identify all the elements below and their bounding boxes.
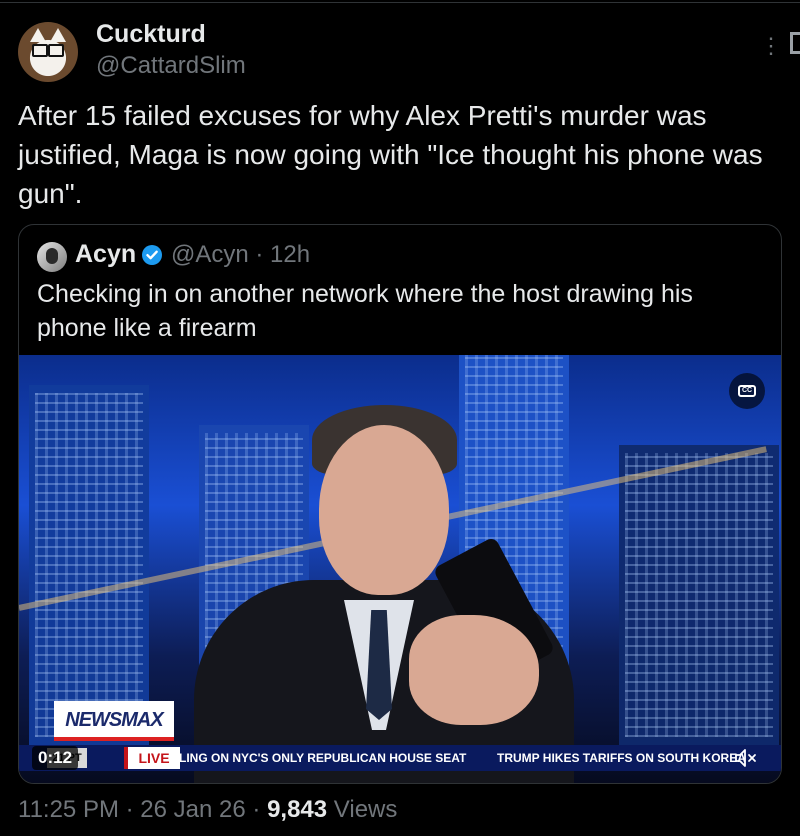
top-divider <box>0 2 800 3</box>
author-avatar[interactable] <box>18 22 78 82</box>
ticker-headline: LING ON NYC'S ONLY REPUBLICAN HOUSE SEAT <box>179 751 467 765</box>
verified-badge-icon <box>142 245 162 265</box>
scrollbar-edge <box>790 32 800 54</box>
host-head <box>319 425 449 595</box>
closed-captions-button[interactable]: CC <box>729 373 765 409</box>
live-badge: LIVE <box>124 747 180 769</box>
muted-speaker-icon[interactable] <box>733 745 759 771</box>
views-label: Views <box>333 796 398 823</box>
glasses-icon <box>32 44 64 57</box>
quoted-author-name[interactable]: Acyn <box>75 240 136 269</box>
skyline-building <box>29 385 149 745</box>
cat-ear-right <box>50 28 66 42</box>
author-handle[interactable]: @CattardSlim <box>96 52 246 80</box>
tweet-date[interactable]: 26 Jan 26 <box>140 796 245 823</box>
meta-separator: · <box>252 796 268 823</box>
news-host-figure <box>194 395 574 783</box>
skyline-building <box>619 445 779 745</box>
host-hands <box>409 615 539 725</box>
video-elapsed-time: 0:12 <box>32 746 79 770</box>
cc-icon: CC <box>738 385 756 397</box>
cat-ear-left <box>30 28 46 42</box>
more-options-icon[interactable]: ⋮ <box>760 34 782 58</box>
tweet-text: After 15 failed excuses for why Alex Pre… <box>18 100 763 209</box>
author-display-name[interactable]: Cuckturd <box>96 20 206 49</box>
tweet-meta: 11:25 PM · 26 Jan 26 · 9,843 Views <box>18 796 397 824</box>
quoted-tweet-text: Checking in on another network where the… <box>37 280 693 342</box>
meta-separator: · <box>125 796 141 823</box>
quoted-handle-time: @Acyn · 12h <box>171 241 311 268</box>
quoted-author-avatar[interactable] <box>37 242 67 272</box>
ticker-headline: TRUMP HIKES TARIFFS ON SOUTH KOREA <box>497 751 746 765</box>
video-player[interactable]: CC NEWSMAX 21 PT LIVE LING ON NYC'S ONLY… <box>19 355 781 783</box>
quoted-tweet-card[interactable]: Acyn @Acyn · 12h Checking in on another … <box>18 224 782 784</box>
newsmax-logo: NEWSMAX <box>54 701 174 741</box>
views-count: 9,843 <box>267 796 328 823</box>
tweet-time[interactable]: 11:25 PM <box>18 796 119 823</box>
